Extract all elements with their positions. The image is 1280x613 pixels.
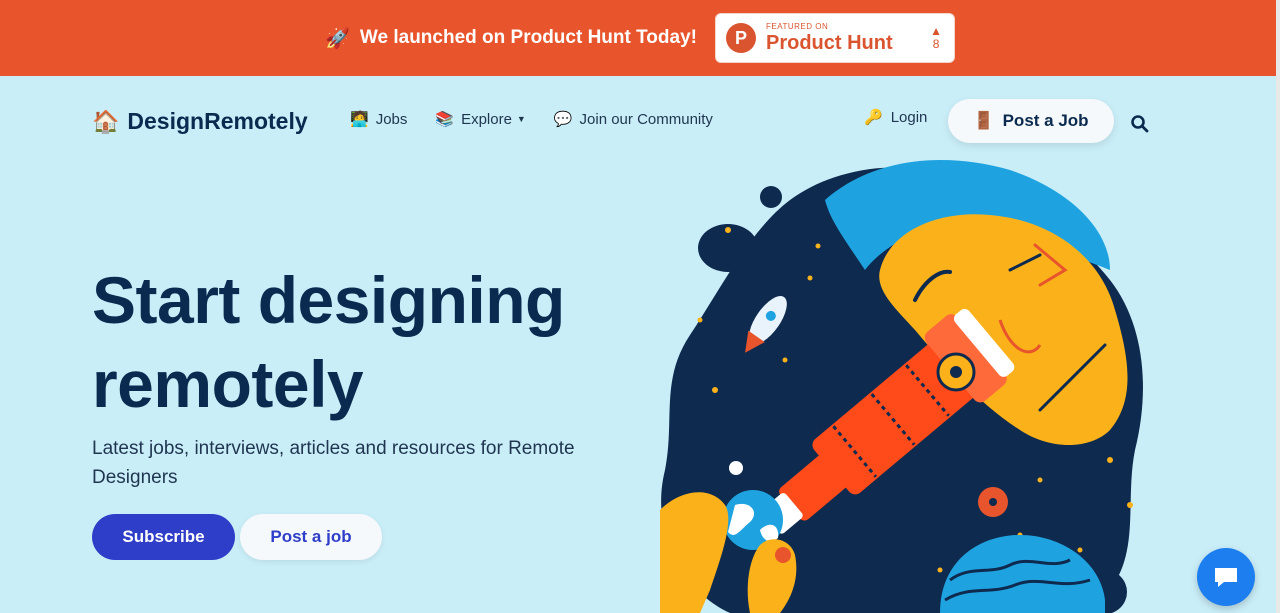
hero-title: Start designing remotely: [92, 258, 565, 426]
post-a-job-button[interactable]: 🚪 Post a Job: [948, 99, 1114, 143]
upvote-count: ▲ 8: [930, 24, 942, 51]
post-a-job-hero-button[interactable]: Post a job: [240, 514, 382, 560]
product-hunt-name: Product Hunt: [765, 32, 893, 54]
key-icon: 🔑: [864, 109, 883, 126]
post-a-job-label: Post a Job: [1002, 111, 1089, 130]
nav-links: 🧑‍💻 Jobs 📚 Explore ▼ 💬 Join our Communit…: [350, 110, 713, 129]
product-hunt-featured-label: FEATURED ON: [765, 22, 829, 31]
rocket-icon: 🚀: [325, 27, 350, 50]
nav-link-community[interactable]: 💬 Join our Community: [553, 110, 713, 129]
hero-title-line-2: remotely: [92, 347, 364, 421]
brand-name: DesignRemotely: [127, 108, 308, 134]
banner-text: We launched on Product Hunt Today!: [359, 27, 697, 48]
door-icon: 🚪: [973, 111, 995, 130]
nav-link-jobs[interactable]: 🧑‍💻 Jobs: [350, 110, 408, 129]
hero-illustration: [660, 160, 1143, 613]
hero-subtitle: Latest jobs, interviews, articles and re…: [92, 438, 575, 488]
nav-link-explore-label: Explore: [461, 110, 512, 128]
chat-bubble-icon: 💬: [553, 111, 573, 128]
nav-link-explore[interactable]: 📚 Explore ▼: [435, 110, 526, 129]
subscribe-button[interactable]: Subscribe: [92, 514, 235, 560]
jobs-icon: 🧑‍💻: [350, 111, 369, 128]
nav-link-community-label: Join our Community: [579, 110, 713, 128]
login-link[interactable]: 🔑 Login: [864, 108, 928, 127]
books-icon: 📚: [435, 111, 455, 128]
login-label: Login: [890, 108, 928, 126]
search-icon[interactable]: [1130, 114, 1150, 134]
house-icon: 🏠: [92, 108, 120, 134]
banner-message[interactable]: 🚀 We launched on Product Hunt Today!: [325, 26, 697, 51]
upvote-value: 8: [932, 37, 940, 51]
scrollbar[interactable]: [1276, 0, 1280, 613]
chat-icon: [1215, 568, 1237, 587]
announcement-banner: 🚀 We launched on Product Hunt Today! P F…: [0, 0, 1280, 76]
nav-link-jobs-label: Jobs: [375, 110, 408, 128]
chevron-down-icon: ▼: [516, 114, 526, 124]
chat-widget-button[interactable]: [1197, 548, 1255, 606]
hero-title-line-1: Start designing: [92, 263, 565, 337]
navbar: 🏠 DesignRemotely 🧑‍💻 Jobs 📚 Explore ▼ 💬 …: [0, 76, 1280, 168]
brand-logo[interactable]: 🏠 DesignRemotely: [92, 108, 308, 135]
product-hunt-logo-icon: P: [725, 23, 756, 53]
product-hunt-badge[interactable]: P FEATURED ON Product Hunt ▲ 8: [714, 13, 955, 63]
